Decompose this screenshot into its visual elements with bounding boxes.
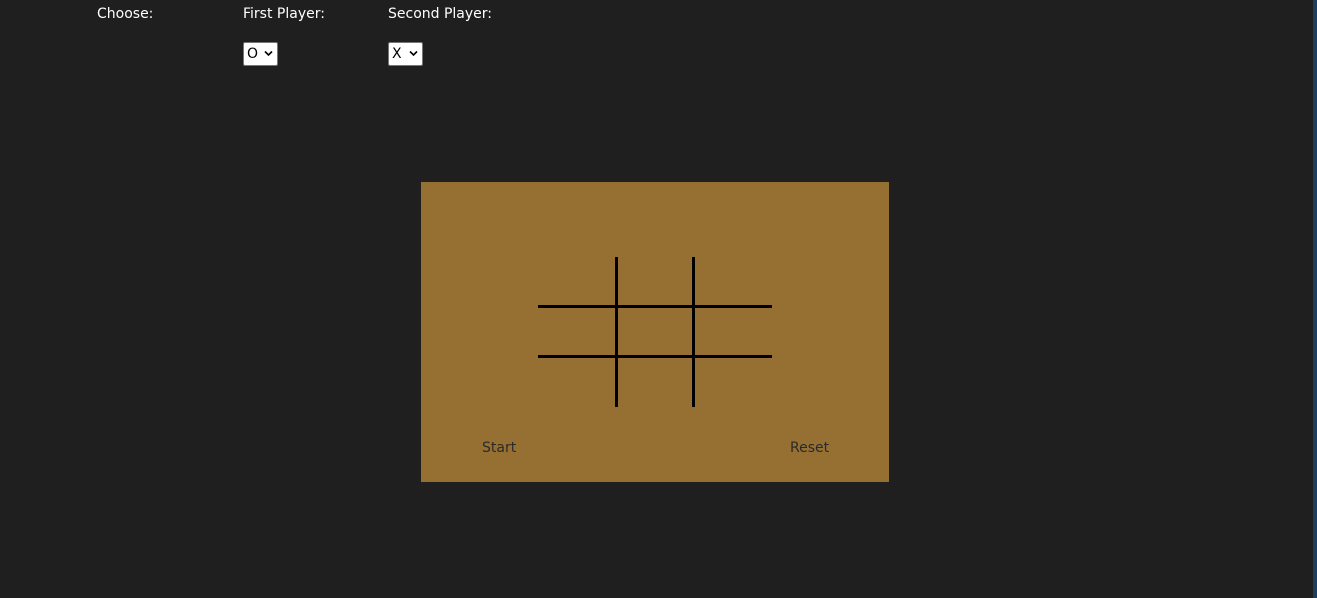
- board-cell[interactable]: [695, 308, 772, 355]
- second-player-label: Second Player:: [388, 6, 493, 22]
- grid-line-vertical: [615, 257, 618, 407]
- start-button[interactable]: Start: [482, 439, 516, 457]
- board-cell[interactable]: [618, 308, 692, 355]
- board-cell[interactable]: [695, 358, 772, 407]
- tic-tac-toe-grid: [538, 257, 772, 407]
- board-cell[interactable]: [618, 257, 692, 305]
- choose-label: Choose:: [97, 6, 154, 22]
- board-cell[interactable]: [538, 358, 615, 407]
- board-cell[interactable]: [618, 358, 692, 407]
- first-player-select[interactable]: O: [244, 43, 277, 65]
- board-cell[interactable]: [538, 257, 615, 305]
- first-player-select-box[interactable]: O: [243, 42, 278, 66]
- grid-line-horizontal: [538, 355, 772, 358]
- grid-line-horizontal: [538, 305, 772, 308]
- grid-line-vertical: [692, 257, 695, 407]
- board-cell[interactable]: [538, 308, 615, 355]
- second-player-select[interactable]: X: [389, 43, 422, 65]
- game-board-panel: Start Reset: [421, 182, 889, 482]
- window-edge: [1313, 0, 1317, 598]
- board-cell[interactable]: [695, 257, 772, 305]
- reset-button[interactable]: Reset: [790, 439, 829, 457]
- second-player-select-box[interactable]: X: [388, 42, 423, 66]
- first-player-label: First Player:: [243, 6, 325, 22]
